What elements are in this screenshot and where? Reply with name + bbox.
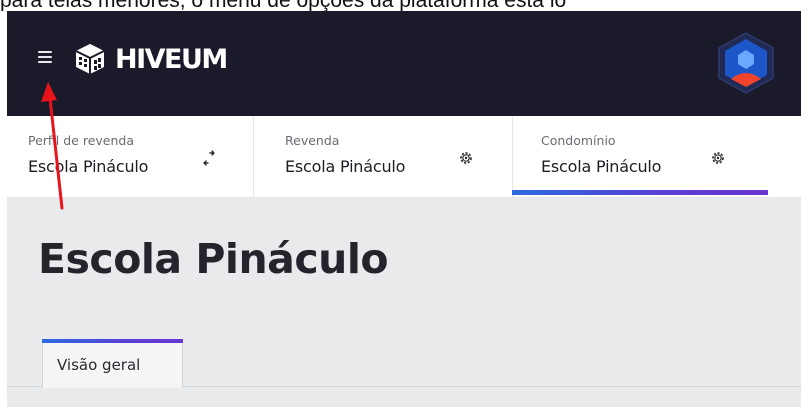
divider [253, 116, 254, 198]
gear-icon[interactable] [710, 150, 726, 166]
active-tab-indicator [42, 339, 183, 343]
context-tab-value: Escola Pináculo [28, 157, 149, 176]
context-tab-condominium[interactable]: Condomínio Escola Pináculo [520, 116, 776, 198]
gear-icon[interactable] [458, 150, 474, 166]
context-tab-label: Perfil de revenda [28, 133, 134, 148]
brand-name: HIVEUM [115, 43, 228, 75]
context-tab-reseller-profile[interactable]: Perfil de revenda Escola Pináculo [7, 116, 253, 198]
context-tab-value: Escola Pináculo [541, 157, 662, 176]
context-tab-label: Revenda [285, 133, 340, 148]
context-tab-value: Escola Pináculo [285, 157, 406, 176]
top-navbar: HIVEUM [7, 11, 801, 116]
swap-arrows-icon[interactable] [201, 150, 217, 166]
context-tab-reseller[interactable]: Revenda Escola Pináculo [264, 116, 512, 198]
context-selector-bar: Perfil de revenda Escola Pináculo Revend… [7, 116, 801, 198]
main-content: Escola Pináculo Visão geral [7, 198, 801, 407]
page-title: Escola Pináculo [38, 235, 389, 283]
user-avatar-icon[interactable] [716, 31, 776, 95]
tab-overview[interactable]: Visão geral [42, 339, 183, 388]
hamburger-icon[interactable] [38, 51, 52, 63]
tab-label: Visão geral [57, 356, 141, 374]
active-context-indicator [512, 190, 768, 195]
divider [512, 116, 513, 198]
hive-cube-icon [75, 44, 105, 74]
brand-logo[interactable]: HIVEUM [73, 41, 228, 77]
caption-text: para telas menores, o menu de opções da … [0, 0, 801, 11]
context-tab-label: Condomínio [541, 133, 616, 148]
